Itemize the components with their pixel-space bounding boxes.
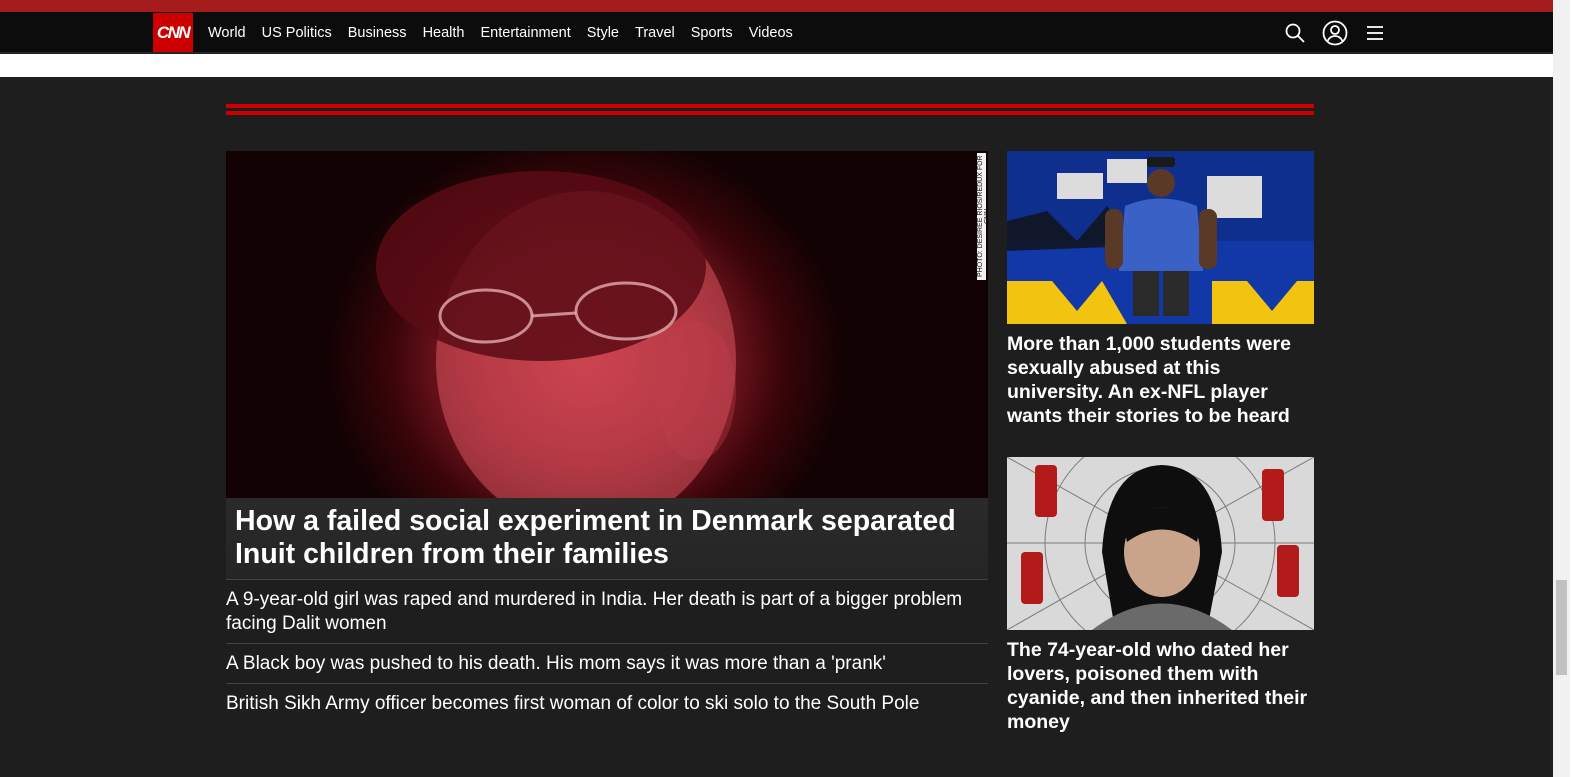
story-link[interactable]: British Sikh Army officer becomes first …: [226, 683, 988, 723]
nav-link-health[interactable]: Health: [423, 25, 465, 41]
side-story-image[interactable]: [1007, 151, 1314, 324]
section-divider: [226, 104, 1314, 115]
nav-link-business[interactable]: Business: [348, 25, 407, 41]
nav-link-sports[interactable]: Sports: [691, 25, 733, 41]
top-navigation: CNN World US Politics Business Health En…: [0, 12, 1553, 53]
photo-credit: PHOTO: DESIREE RIOS/REDUX FOR CNN: [977, 153, 986, 280]
search-icon[interactable]: [1282, 20, 1308, 46]
nav-link-travel[interactable]: Travel: [635, 25, 675, 41]
window-edge: [1570, 0, 1586, 777]
nav-links: World US Politics Business Health Entert…: [208, 12, 809, 53]
page-band: [0, 54, 1553, 77]
browser-tab-strip: [0, 0, 1570, 12]
menu-icon[interactable]: [1362, 20, 1388, 46]
hero-story[interactable]: PHOTO: DESIREE RIOS/REDUX FOR CNN How a …: [226, 151, 988, 579]
nav-link-style[interactable]: Style: [587, 25, 619, 41]
side-story-card[interactable]: The 74-year-old who dated her lovers, po…: [1007, 457, 1314, 734]
story-list: A 9-year-old girl was raped and murdered…: [226, 579, 988, 723]
account-icon[interactable]: [1322, 20, 1348, 46]
side-story-card[interactable]: More than 1,000 students were sexually a…: [1007, 151, 1314, 428]
side-story-headline[interactable]: The 74-year-old who dated her lovers, po…: [1007, 638, 1314, 734]
hero-image[interactable]: PHOTO: DESIREE RIOS/REDUX FOR CNN: [226, 151, 988, 498]
nav-link-world[interactable]: World: [208, 25, 246, 41]
scrollbar-thumb[interactable]: [1556, 580, 1567, 675]
nav-link-us-politics[interactable]: US Politics: [262, 25, 332, 41]
story-link[interactable]: A 9-year-old girl was raped and murdered…: [226, 579, 988, 643]
nav-icon-group: [1282, 20, 1388, 46]
hero-headline[interactable]: How a failed social experiment in Denmar…: [235, 505, 975, 571]
nav-link-videos[interactable]: Videos: [749, 25, 793, 41]
cnn-logo[interactable]: CNN: [153, 13, 193, 52]
nav-link-entertainment[interactable]: Entertainment: [480, 25, 570, 41]
side-story-headline[interactable]: More than 1,000 students were sexually a…: [1007, 332, 1314, 428]
side-story-image[interactable]: [1007, 457, 1314, 630]
story-link[interactable]: A Black boy was pushed to his death. His…: [226, 643, 988, 683]
